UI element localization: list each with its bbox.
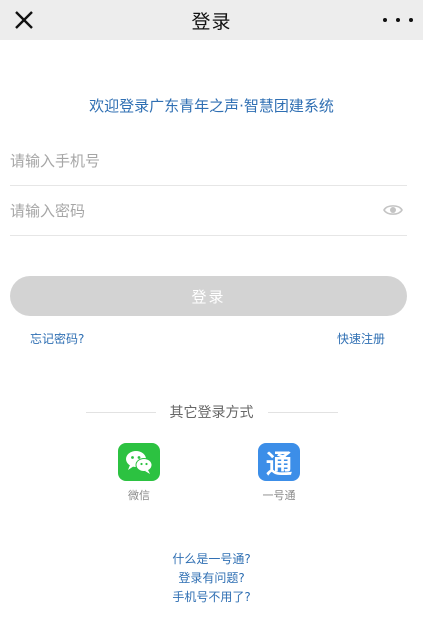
wechat-icon: [118, 443, 160, 481]
wechat-login-button[interactable]: 微信: [109, 443, 169, 503]
phone-field: [10, 137, 407, 186]
divider-line: [267, 411, 338, 413]
more-icon-dot: [396, 18, 400, 22]
login-button[interactable]: 登录: [10, 276, 407, 316]
other-login-label: 其它登录方式: [169, 405, 254, 421]
welcome-text: 欢迎登录广东青年之声·智慧团建系统: [89, 97, 334, 115]
yihaotong-login-button[interactable]: 通 一号通: [249, 443, 309, 503]
other-login-divider: 其它登录方式: [0, 402, 423, 422]
password-input[interactable]: [10, 202, 407, 220]
wechat-label: 微信: [128, 489, 150, 502]
top-bar: 登录: [0, 0, 423, 40]
forgot-password-link[interactable]: 忘记密码?: [30, 330, 84, 347]
login-problem-link[interactable]: 登录有问题?: [0, 569, 423, 586]
divider-line: [85, 411, 156, 413]
more-icon-dot: [409, 18, 413, 22]
quick-register-link[interactable]: 快速注册: [337, 330, 385, 347]
yihaotong-icon: 通: [258, 443, 300, 481]
eye-icon: [383, 205, 403, 215]
page-title: 登录: [191, 10, 232, 33]
phone-input[interactable]: [10, 152, 407, 170]
yihaotong-label: 一号通: [262, 489, 296, 502]
what-is-yihaotong-link[interactable]: 什么是一号通?: [0, 550, 423, 567]
more-button[interactable]: [383, 10, 413, 30]
phone-unused-link[interactable]: 手机号不用了?: [0, 588, 423, 605]
more-icon-dot: [383, 18, 387, 22]
close-icon: [15, 11, 33, 29]
show-password-toggle[interactable]: [383, 202, 403, 221]
password-field: [10, 187, 407, 236]
close-button[interactable]: [10, 6, 38, 34]
